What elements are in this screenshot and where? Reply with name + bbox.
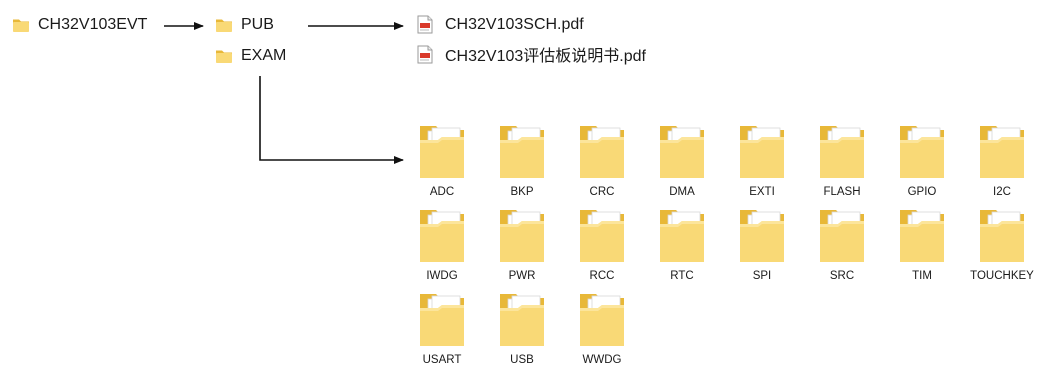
folder-with-documents-icon bbox=[980, 210, 1024, 262]
pub-folder[interactable]: PUB bbox=[215, 16, 274, 34]
exam-subfolder-label: GPIO bbox=[907, 186, 937, 198]
pdf-file-manual[interactable]: CH32V103评估板说明书.pdf bbox=[417, 42, 646, 66]
exam-subfolder-label: DMA bbox=[669, 186, 695, 198]
exam-subfolder-label: RCC bbox=[589, 270, 615, 282]
exam-subfolder[interactable]: BKP bbox=[482, 122, 562, 204]
exam-subfolder-label: EXTI bbox=[749, 186, 775, 198]
folder-with-documents-icon bbox=[420, 126, 464, 178]
root-folder-label: CH32V103EVT bbox=[38, 16, 148, 33]
exam-subfolder[interactable]: USART bbox=[402, 290, 482, 372]
exam-subfolder-label: CRC bbox=[589, 186, 615, 198]
exam-subfolder-label: SRC bbox=[829, 270, 855, 282]
folder-with-documents-icon bbox=[500, 210, 544, 262]
pdf-icon bbox=[417, 45, 433, 63]
exam-subfolder-label: USB bbox=[510, 354, 534, 366]
exam-subfolder[interactable]: FLASH bbox=[802, 122, 882, 204]
pub-folder-label: PUB bbox=[241, 16, 274, 33]
exam-folder[interactable]: EXAM bbox=[215, 47, 286, 65]
folder-with-documents-icon bbox=[820, 210, 864, 262]
pdf-file-label: CH32V103SCH.pdf bbox=[445, 15, 584, 33]
folder-icon bbox=[216, 50, 232, 63]
exam-subfolder-label: TIM bbox=[912, 270, 932, 282]
folder-with-documents-icon bbox=[740, 210, 784, 262]
exam-subfolder[interactable]: SRC bbox=[802, 206, 882, 288]
exam-subfolder-label: PWR bbox=[508, 270, 536, 282]
exam-subfolder[interactable]: RTC bbox=[642, 206, 722, 288]
exam-subfolder-label: USART bbox=[422, 354, 462, 366]
exam-subfolder-label: I2C bbox=[993, 186, 1011, 198]
folder-with-documents-icon bbox=[420, 294, 464, 346]
folder-with-documents-icon bbox=[580, 294, 624, 346]
folder-icon bbox=[13, 19, 29, 32]
folder-with-documents-icon bbox=[900, 210, 944, 262]
exam-subfolder-label: RTC bbox=[670, 270, 694, 282]
exam-subfolder[interactable]: USB bbox=[482, 290, 562, 372]
folder-with-documents-icon bbox=[900, 126, 944, 178]
exam-subfolder[interactable]: I2C bbox=[962, 122, 1038, 204]
exam-subfolder[interactable]: TOUCHKEY bbox=[962, 206, 1038, 288]
folder-with-documents-icon bbox=[740, 126, 784, 178]
pdf-icon bbox=[417, 15, 433, 34]
folder-with-documents-icon bbox=[580, 210, 624, 262]
exam-subfolder-label: SPI bbox=[752, 270, 772, 282]
folder-with-documents-icon bbox=[500, 294, 544, 346]
exam-subfolder[interactable]: DMA bbox=[642, 122, 722, 204]
exam-subfolder[interactable]: WWDG bbox=[562, 290, 642, 372]
folder-with-documents-icon bbox=[820, 126, 864, 178]
exam-subfolder-label: WWDG bbox=[582, 354, 622, 366]
exam-subfolder[interactable]: SPI bbox=[722, 206, 802, 288]
exam-subfolder-label: BKP bbox=[510, 186, 534, 198]
folder-with-documents-icon bbox=[420, 210, 464, 262]
exam-subfolder[interactable]: RCC bbox=[562, 206, 642, 288]
exam-subfolder-label: IWDG bbox=[426, 270, 458, 282]
exam-subfolder-label: ADC bbox=[429, 186, 455, 198]
folder-with-documents-icon bbox=[660, 210, 704, 262]
exam-subfolder-label: TOUCHKEY bbox=[970, 270, 1034, 282]
arrow-exam-to-folders bbox=[259, 76, 404, 164]
exam-subfolder[interactable]: CRC bbox=[562, 122, 642, 204]
folder-with-documents-icon bbox=[580, 126, 624, 178]
folder-with-documents-icon bbox=[980, 126, 1024, 178]
folder-with-documents-icon bbox=[500, 126, 544, 178]
exam-subfolder[interactable]: TIM bbox=[882, 206, 962, 288]
exam-subfolder[interactable]: EXTI bbox=[722, 122, 802, 204]
exam-subfolder[interactable]: PWR bbox=[482, 206, 562, 288]
exam-subfolder[interactable]: GPIO bbox=[882, 122, 962, 204]
exam-folder-label: EXAM bbox=[241, 47, 287, 64]
root-folder[interactable]: CH32V103EVT bbox=[12, 16, 147, 34]
exam-subfolder-label: FLASH bbox=[823, 186, 861, 198]
exam-subfolder[interactable]: IWDG bbox=[402, 206, 482, 288]
folder-with-documents-icon bbox=[660, 126, 704, 178]
pdf-file-label: CH32V103评估板说明书.pdf bbox=[445, 48, 646, 65]
folder-icon bbox=[216, 19, 232, 32]
pdf-file-sch[interactable]: CH32V103SCH.pdf bbox=[417, 15, 584, 34]
exam-subfolder[interactable]: ADC bbox=[402, 122, 482, 204]
